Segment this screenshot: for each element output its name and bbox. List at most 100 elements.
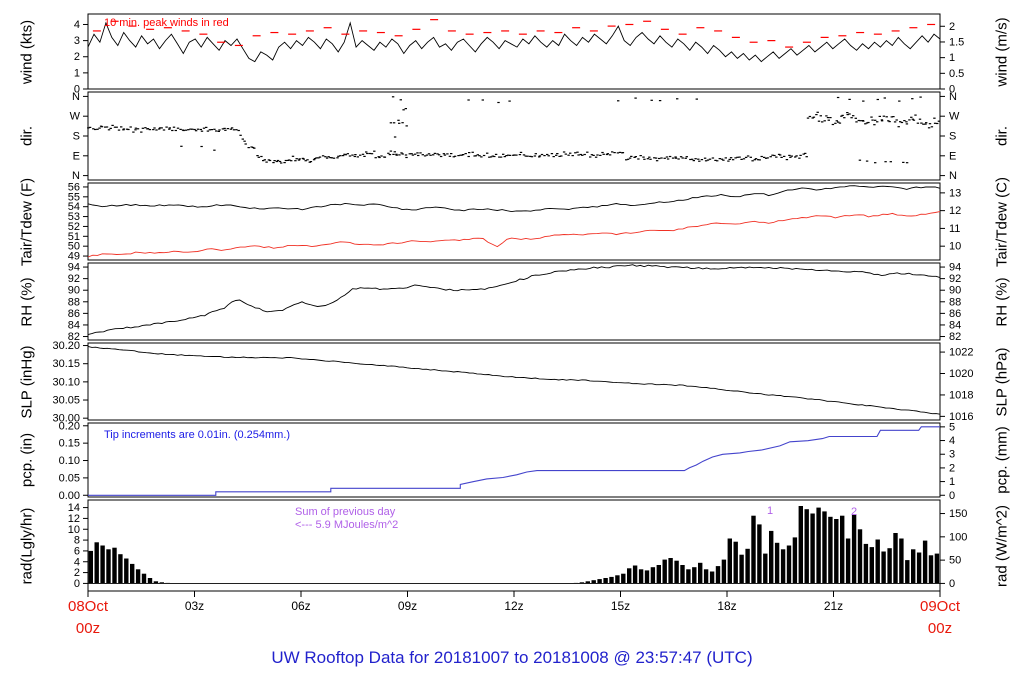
dir-point <box>280 162 283 164</box>
series-temp-red <box>87 211 941 258</box>
dir-point <box>378 156 381 159</box>
rad-bar <box>905 560 910 584</box>
dir-point <box>391 96 395 98</box>
dir-point <box>874 119 877 121</box>
dir-point <box>581 154 584 156</box>
dir-point <box>442 153 446 155</box>
dir-point <box>457 155 460 157</box>
dir-point <box>404 108 407 110</box>
dir-point <box>223 127 226 129</box>
dir-point <box>324 156 327 158</box>
rad-bar <box>159 582 164 584</box>
y-tick-label-right-rad: 0 <box>949 578 955 590</box>
dir-point <box>471 151 474 153</box>
x-start-hour: 00z <box>75 620 101 637</box>
dir-point <box>722 159 725 161</box>
rad-bar <box>656 565 661 584</box>
dir-point <box>834 122 837 124</box>
rad-bar <box>845 538 851 584</box>
dir-point <box>676 98 679 100</box>
dir-point <box>937 120 941 122</box>
dir-point <box>229 128 233 130</box>
rad-bar <box>709 571 715 584</box>
dir-point <box>848 98 851 100</box>
dir-point <box>421 154 424 156</box>
dir-point <box>794 156 797 158</box>
dir-point <box>922 123 925 125</box>
y-tick-label-right-dir: W <box>949 111 960 123</box>
dir-point <box>115 126 118 128</box>
rad-bar <box>780 549 786 584</box>
dir-point <box>446 153 449 155</box>
dir-point <box>754 158 758 160</box>
dir-point <box>775 156 778 158</box>
dir-point <box>213 128 216 130</box>
dir-point <box>174 129 177 132</box>
dir-point <box>96 128 99 130</box>
y-tick-label-right-temp: 12 <box>949 205 961 217</box>
rad-bar <box>573 582 579 584</box>
rad-bar <box>810 513 815 584</box>
dir-point <box>268 159 272 162</box>
dir-point <box>482 154 486 157</box>
dir-point <box>738 156 741 158</box>
rad-bar <box>804 509 809 584</box>
x-end-date: 09Oct <box>919 598 961 615</box>
rad-bar <box>615 575 620 584</box>
dir-point <box>155 129 158 131</box>
dir-point <box>160 127 163 129</box>
rad-bar <box>668 558 673 584</box>
rad-bar <box>727 538 732 584</box>
dir-point <box>724 157 727 159</box>
dir-point <box>596 154 599 156</box>
rad-bar <box>130 563 135 584</box>
dir-point <box>368 152 372 155</box>
dir-point <box>109 127 112 129</box>
y-tick-label-dir: W <box>70 111 81 123</box>
dir-point <box>919 96 922 98</box>
dir-point <box>700 159 704 161</box>
dir-point <box>359 154 362 156</box>
rad-bar <box>591 580 596 584</box>
rad-bar <box>834 519 839 584</box>
dir-point <box>191 128 194 130</box>
dir-point <box>330 157 334 159</box>
dir-point <box>912 119 916 121</box>
rad-sum-note-line2: <--- 5.9 MJoules/m^2 <box>295 519 399 531</box>
dir-point <box>165 126 168 128</box>
dir-point <box>400 152 403 154</box>
dir-point <box>608 154 612 156</box>
y-tick-label-pcp: 0.20 <box>59 420 80 432</box>
rad-bar <box>579 582 585 584</box>
dir-point <box>547 155 550 157</box>
dir-point <box>464 153 467 155</box>
dir-point <box>534 153 537 155</box>
dir-point <box>888 121 891 123</box>
dir-point <box>893 121 897 123</box>
rad-bar <box>650 567 656 584</box>
y-tick-label-rad: 12 <box>68 513 80 525</box>
dir-point <box>616 152 620 154</box>
dir-point <box>697 158 700 160</box>
x-start-date: 08Oct <box>67 598 109 615</box>
dir-point <box>278 160 282 163</box>
rad-bar <box>934 553 940 584</box>
dir-point <box>571 155 574 157</box>
dir-point <box>903 120 906 122</box>
y-tick-label-rad: 6 <box>74 545 80 557</box>
y-tick-label-right-temp: 10 <box>949 241 961 253</box>
rad-bar <box>88 550 93 584</box>
x-tick-label: 18z <box>717 599 736 613</box>
dir-point <box>646 158 650 160</box>
rad-bar <box>798 506 803 584</box>
dir-point <box>144 127 147 129</box>
rad-bar <box>112 547 117 584</box>
y-tick-label-wind: 3 <box>74 35 80 47</box>
dir-point <box>374 157 377 159</box>
rad-bar <box>822 511 827 584</box>
rad-bar <box>135 569 141 584</box>
rad-bar <box>147 578 153 584</box>
rad-bar <box>863 543 869 584</box>
dir-point <box>404 154 408 156</box>
dir-point <box>387 152 390 154</box>
